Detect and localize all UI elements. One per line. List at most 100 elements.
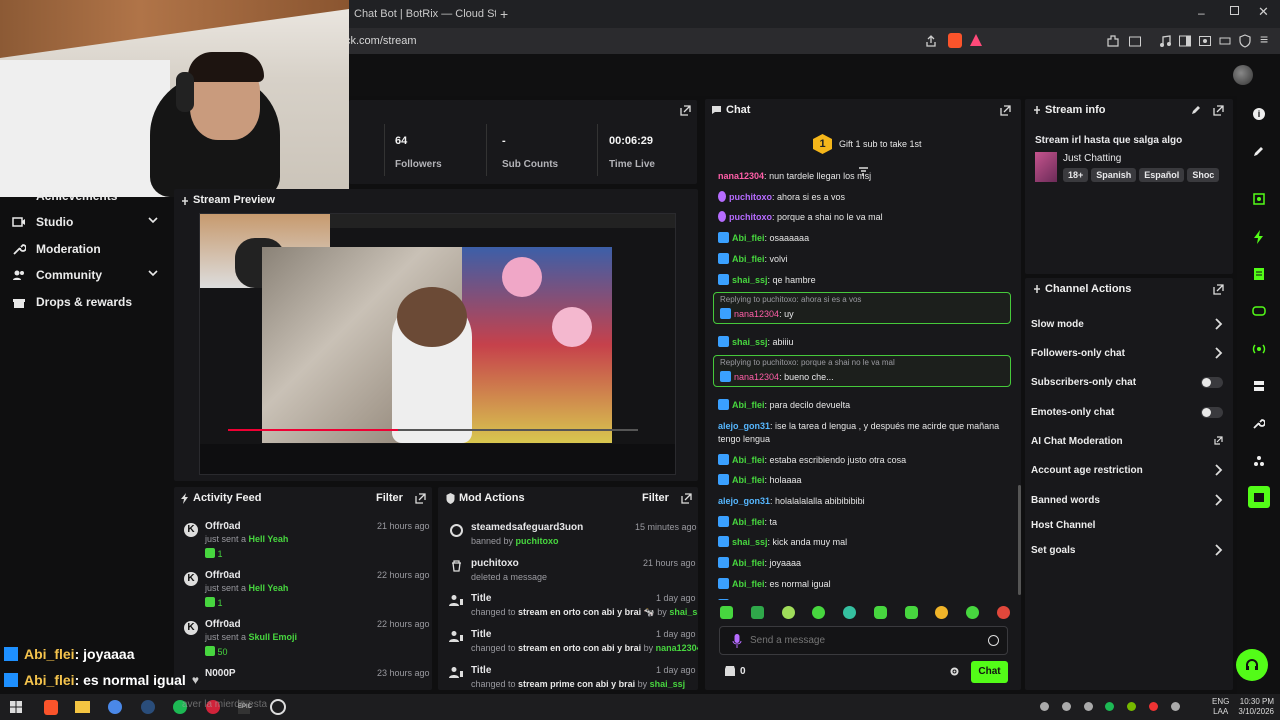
chat-username[interactable]: shai_ssj xyxy=(732,275,768,285)
gift-sub-prompt[interactable]: Gift 1 sub to take 1st xyxy=(839,139,922,149)
activity-user[interactable]: Offr0ad xyxy=(205,619,241,630)
windows-start-icon[interactable] xyxy=(10,701,22,713)
store-icon[interactable] xyxy=(724,665,736,677)
category-name[interactable]: Just Chatting xyxy=(1063,153,1121,164)
emoji-icon[interactable] xyxy=(988,635,999,646)
chat-username[interactable]: Abi_flei xyxy=(732,400,765,410)
action-host-channel[interactable]: Host Channel xyxy=(1031,514,1229,536)
action-followers-only[interactable]: Followers-only chat xyxy=(1031,342,1229,364)
chat-username[interactable]: nana12304 xyxy=(732,600,778,601)
file-explorer-icon[interactable] xyxy=(75,701,90,713)
mod-action-title[interactable]: puchitoxo xyxy=(471,558,519,569)
tag[interactable]: Spanish xyxy=(1091,168,1137,182)
chat-username[interactable]: Abi_flei xyxy=(732,233,765,243)
chat-username[interactable]: alejo_gon31 xyxy=(718,496,770,506)
emote-icon[interactable] xyxy=(812,606,826,619)
wrench-rail-icon[interactable] xyxy=(1248,412,1270,434)
tray-icon[interactable] xyxy=(1149,702,1159,711)
chrome-icon[interactable] xyxy=(108,700,122,714)
action-subscribers-only[interactable]: Subscribers-only chat xyxy=(1031,371,1229,393)
chat-username[interactable]: Abi_flei xyxy=(732,455,765,465)
chat-input[interactable] xyxy=(750,632,980,649)
new-tab-button[interactable]: + xyxy=(500,6,508,22)
action-banned-words[interactable]: Banned words xyxy=(1031,489,1229,511)
popout-icon[interactable] xyxy=(1213,105,1224,116)
sidebar-item-achievements[interactable]: Achievements xyxy=(0,183,170,209)
chat-username[interactable]: Abi_flei xyxy=(732,517,765,527)
activity-filter-button[interactable]: Filter xyxy=(376,492,403,504)
reply-message[interactable]: Replying to puchitoxo: porque a shai no … xyxy=(713,354,1011,387)
sidebar-item-moderation[interactable]: Moderation xyxy=(0,236,170,262)
chat-username[interactable]: puchitoxo xyxy=(729,212,772,222)
emote-icon[interactable] xyxy=(781,606,795,619)
share-icon[interactable] xyxy=(924,34,938,48)
popout-icon[interactable] xyxy=(415,493,426,504)
chevron-down-icon[interactable] xyxy=(148,270,158,278)
close-window-button[interactable]: ✕ xyxy=(1258,4,1269,20)
tray-icon[interactable] xyxy=(1083,702,1093,711)
chat-username[interactable]: puchitoxo xyxy=(729,192,772,202)
minimize-button[interactable]: – xyxy=(1198,6,1205,20)
action-slow-mode[interactable]: Slow mode xyxy=(1031,313,1229,335)
emote-icon[interactable] xyxy=(996,606,1010,619)
emote-icon[interactable] xyxy=(873,606,887,619)
user-avatar[interactable] xyxy=(1233,65,1253,85)
emote-icon[interactable] xyxy=(966,606,980,619)
emote-icon[interactable] xyxy=(750,606,764,619)
tag[interactable]: Español xyxy=(1139,168,1185,182)
chat-scrollbar[interactable] xyxy=(1018,485,1021,595)
mod-filter-button[interactable]: Filter xyxy=(642,492,669,504)
lightning-icon[interactable] xyxy=(1248,226,1270,248)
extensions-icon[interactable] xyxy=(1106,34,1120,48)
mod-action-title[interactable]: Title xyxy=(471,665,491,676)
chat-username[interactable]: nana12304 xyxy=(734,309,779,319)
clapperboard-icon[interactable] xyxy=(1248,486,1270,508)
sidebar-item-community[interactable]: Community xyxy=(0,262,170,288)
chat-rail-icon[interactable] xyxy=(1248,301,1270,323)
emote-icon[interactable] xyxy=(843,606,857,619)
popout-icon[interactable] xyxy=(680,105,691,116)
url-field[interactable]: ck.com/stream xyxy=(345,33,965,49)
emote-icon[interactable] xyxy=(904,606,918,619)
menu-icon[interactable]: ≡ xyxy=(1260,31,1268,47)
chat-username[interactable]: nana12304 xyxy=(734,372,779,382)
mod-action-title[interactable]: steamedsafeguard3uon xyxy=(471,522,583,533)
maximize-button[interactable] xyxy=(1230,6,1239,15)
document-icon[interactable] xyxy=(1248,263,1270,285)
tray-icon[interactable] xyxy=(1105,702,1115,711)
activity-user[interactable]: Offr0ad xyxy=(205,521,241,532)
mod-action-title[interactable]: Title xyxy=(471,629,491,640)
popout-icon[interactable] xyxy=(1213,284,1224,295)
support-headset-icon[interactable] xyxy=(1236,649,1268,681)
activity-user[interactable]: N000P xyxy=(205,668,236,679)
chat-username[interactable]: Abi_flei xyxy=(732,475,765,485)
reply-message[interactable]: Replying to puchitoxo: ahora si es a vos… xyxy=(713,292,1011,325)
broadcast-icon[interactable] xyxy=(1248,338,1270,360)
tray-icon[interactable] xyxy=(1061,702,1071,711)
mic-icon[interactable] xyxy=(732,634,742,648)
brave-taskbar-icon[interactable] xyxy=(44,700,58,715)
emote-icon[interactable] xyxy=(720,606,733,619)
info-icon[interactable]: i xyxy=(1248,103,1270,125)
action-ai-moderation[interactable]: AI Chat Moderation xyxy=(1031,430,1229,452)
vpn-icon[interactable] xyxy=(1238,34,1252,48)
screenshot-icon[interactable] xyxy=(1198,34,1212,48)
tray-icon[interactable] xyxy=(1127,702,1137,711)
brave-shield-icon[interactable] xyxy=(948,33,962,48)
chat-username[interactable]: Abi_flei xyxy=(732,579,765,589)
activity-user[interactable]: Offr0ad xyxy=(205,570,241,581)
edit-icon[interactable] xyxy=(1248,140,1270,162)
clip-icon[interactable] xyxy=(1248,188,1270,210)
tray-icon[interactable] xyxy=(1040,702,1049,711)
clock[interactable]: 10:30 PM 3/10/2026 xyxy=(1236,697,1274,717)
action-account-age[interactable]: Account age restriction xyxy=(1031,459,1229,481)
action-set-goals[interactable]: Set goals xyxy=(1031,539,1229,561)
chat-username[interactable]: alejo_gon31 xyxy=(718,421,770,431)
chevron-down-icon[interactable] xyxy=(148,217,158,225)
language-indicator[interactable]: ENG LAA xyxy=(1212,697,1229,717)
category-thumbnail[interactable] xyxy=(1035,152,1057,182)
preview-video[interactable] xyxy=(199,213,676,475)
popout-icon[interactable] xyxy=(681,493,692,504)
leo-ai-icon[interactable] xyxy=(1218,34,1232,48)
sidebar-item-drops[interactable]: Drops & rewards xyxy=(0,289,170,315)
